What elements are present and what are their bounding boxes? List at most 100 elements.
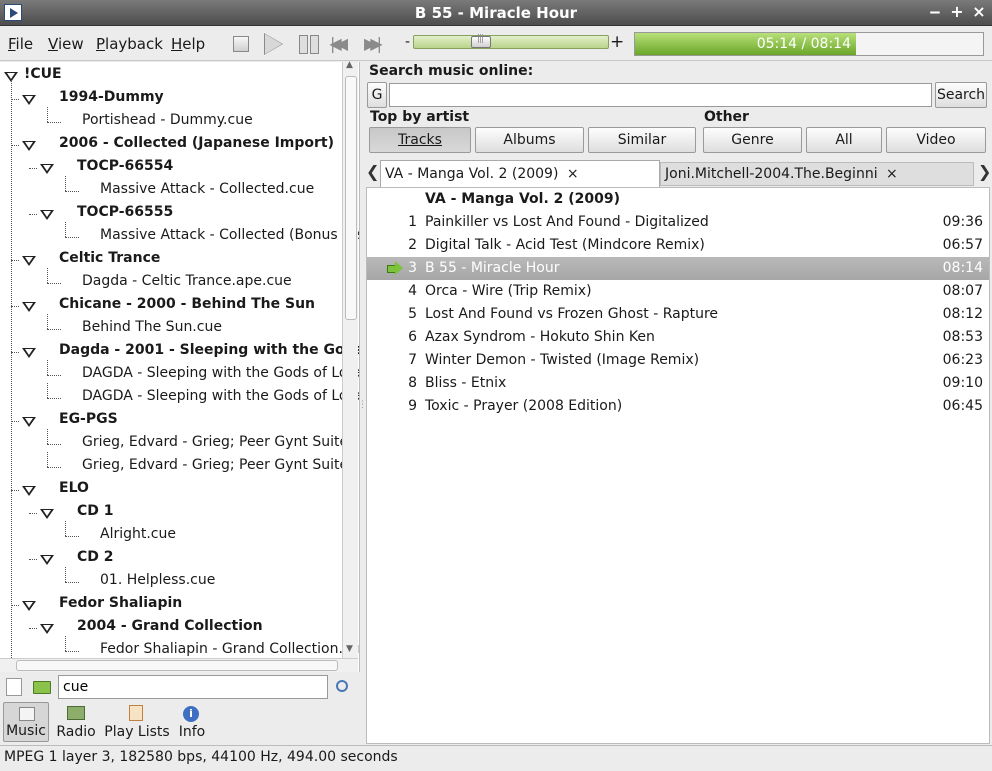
menu-view[interactable]: View — [48, 35, 84, 53]
playlist-row[interactable]: 8 Bliss - Etnix 09:10 — [367, 372, 989, 395]
expand-triangle-icon[interactable] — [22, 348, 36, 358]
tab-scroll-right-icon[interactable]: ❯ — [978, 162, 991, 181]
tree-folder[interactable]: EG-PGS — [59, 411, 118, 427]
tree-connector — [65, 567, 66, 582]
playlist-view[interactable]: VA - Manga Vol. 2 (2009) 1 Painkiller vs … — [366, 187, 990, 744]
maximize-button[interactable]: + — [948, 3, 966, 21]
tree-folder[interactable]: ELO — [59, 480, 89, 496]
scrollbar-thumb[interactable] — [16, 660, 338, 671]
playlist-row[interactable]: 9 Toxic - Prayer (2008 Edition) 06:45 — [367, 395, 989, 418]
expand-triangle-icon[interactable] — [40, 555, 54, 565]
playlist-row[interactable]: 4 Orca - Wire (Trip Remix) 08:07 — [367, 280, 989, 303]
tree-folder[interactable]: Dagda - 2001 - Sleeping with the Gods o — [59, 342, 359, 358]
all-button[interactable]: All — [806, 127, 882, 153]
track-progress-bar[interactable]: 05:14 / 08:14 — [634, 32, 984, 56]
library-filter-input[interactable] — [58, 675, 328, 699]
expand-triangle-icon[interactable] — [40, 509, 54, 519]
expand-triangle-icon[interactable] — [40, 624, 54, 634]
tree-file[interactable]: 01. Helpless.cue — [100, 572, 215, 588]
scroll-up-icon[interactable]: ▲ — [346, 60, 353, 70]
menu-file[interactable]: File — [8, 35, 33, 53]
tree-file[interactable]: Massive Attack - Collected (Bonus Disc). — [100, 227, 359, 243]
folder-icon[interactable] — [33, 681, 51, 694]
previous-track-icon[interactable]: |◀◀ — [330, 33, 352, 55]
tab-joni-mitchell[interactable]: Joni.Mitchell-2004.The.Beginni × — [660, 162, 974, 186]
tree-folder[interactable]: TOCP-66554 — [77, 158, 173, 174]
play-icon[interactable] — [261, 33, 283, 55]
side-tab-playlists[interactable]: Play Lists — [104, 702, 170, 742]
tree-file[interactable]: DAGDA - Sleeping with the Gods of Love.a… — [82, 365, 359, 381]
expand-triangle-icon[interactable] — [22, 256, 36, 266]
playlist-row[interactable]: 3 B 55 - Miracle Hour 08:14 — [367, 257, 989, 280]
side-tab-music[interactable]: Music — [3, 702, 49, 742]
status-bar: MPEG 1 layer 3, 182580 bps, 44100 Hz, 49… — [0, 745, 992, 771]
tree-file[interactable]: Grieg, Edvard - Grieg; Peer Gynt Suites … — [82, 434, 359, 450]
tree-folder[interactable]: Celtic Trance — [59, 250, 160, 266]
tab-va-manga[interactable]: VA - Manga Vol. 2 (2009) × — [380, 160, 660, 187]
scrollbar-thumb[interactable] — [345, 76, 357, 320]
scroll-down-icon[interactable]: ▼ — [346, 644, 353, 654]
track-number: 5 — [408, 306, 417, 322]
tree-file[interactable]: Fedor Shaliapin - Grand Collection.cue — [100, 641, 359, 657]
expand-triangle-icon[interactable] — [22, 95, 36, 105]
playlist-row[interactable]: 2 Digital Talk - Acid Test (Mindcore Remi… — [367, 234, 989, 257]
playlist-row[interactable]: 6 Azax Syndrom - Hokuto Shin Ken 08:53 — [367, 326, 989, 349]
expand-triangle-icon[interactable] — [22, 141, 36, 151]
library-horizontal-scrollbar[interactable] — [0, 658, 358, 672]
expand-triangle-icon[interactable] — [22, 486, 36, 496]
track-position-text: 05:14 / 08:14 — [756, 36, 851, 52]
tree-file[interactable]: Dagda - Celtic Trance.ape.cue — [82, 273, 292, 289]
search-engine-button[interactable]: G — [367, 82, 387, 108]
search-icon[interactable] — [336, 680, 348, 692]
library-tree[interactable]: !CUE 1994-Dummy Portishead - Dummy.cue 2006… — [0, 62, 360, 672]
expand-triangle-icon[interactable] — [22, 417, 36, 427]
expand-triangle-icon[interactable] — [22, 302, 36, 312]
tree-file[interactable]: Alright.cue — [100, 526, 176, 542]
tree-file[interactable]: Massive Attack - Collected.cue — [100, 181, 314, 197]
tree-file[interactable]: Grieg, Edvard - Grieg; Peer Gynt Suites … — [82, 457, 359, 473]
volume-slider-handle[interactable] — [471, 34, 492, 48]
menu-playback[interactable]: Playback — [96, 35, 163, 53]
video-button[interactable]: Video — [886, 127, 986, 153]
playlist-row[interactable]: 7 Winter Demon - Twisted (Image Remix) 06:… — [367, 349, 989, 372]
expand-triangle-icon[interactable] — [40, 210, 54, 220]
tree-folder[interactable]: TOCP-66555 — [77, 204, 173, 220]
menu-help[interactable]: Help — [171, 35, 205, 53]
close-button[interactable]: × — [970, 3, 988, 21]
search-button[interactable]: Search — [935, 82, 987, 108]
tab-close-icon[interactable]: × — [886, 166, 898, 182]
pause-icon[interactable] — [297, 33, 319, 55]
playlist-row[interactable]: 5 Lost And Found vs Frozen Ghost - Raptur… — [367, 303, 989, 326]
tree-folder[interactable]: Chicane - 2000 - Behind The Sun — [59, 296, 315, 312]
tree-folder[interactable]: 2004 - Grand Collection — [77, 618, 263, 634]
new-file-icon[interactable] — [6, 678, 22, 696]
tree-folder[interactable]: CD 2 — [77, 549, 114, 565]
tree-file[interactable]: DAGDA - Sleeping with the Gods of Love.w… — [82, 388, 359, 404]
radio-icon — [67, 706, 85, 720]
expand-triangle-icon[interactable] — [40, 164, 54, 174]
pane-splitter[interactable]: ⋮ — [358, 400, 367, 410]
tree-folder[interactable]: Fedor Shaliapin — [59, 595, 182, 611]
search-music-input[interactable] — [389, 83, 932, 107]
tab-scroll-left-icon[interactable]: ❮ — [366, 162, 379, 181]
tracks-button[interactable]: Tracks — [369, 127, 471, 153]
tree-folder[interactable]: CD 1 — [77, 503, 114, 519]
side-tab-radio[interactable]: Radio — [55, 702, 97, 742]
stop-icon[interactable] — [230, 33, 252, 55]
volume-slider[interactable] — [413, 35, 609, 49]
side-tab-info[interactable]: i Info — [176, 702, 208, 742]
tree-file[interactable]: Behind The Sun.cue — [82, 319, 222, 335]
minimize-button[interactable]: ‒ — [926, 3, 944, 21]
tree-folder[interactable]: 2006 - Collected (Japanese Import) — [59, 135, 334, 151]
similar-button[interactable]: Similar — [588, 127, 696, 153]
tab-close-icon[interactable]: × — [567, 166, 579, 182]
expand-triangle-icon[interactable] — [22, 601, 36, 611]
tree-file[interactable]: Portishead - Dummy.cue — [82, 112, 253, 128]
playlist-row[interactable]: 1 Painkiller vs Lost And Found - Digitali… — [367, 211, 989, 234]
tree-folder[interactable]: 1994-Dummy — [59, 89, 164, 105]
genre-button[interactable]: Genre — [703, 127, 802, 153]
albums-button[interactable]: Albums — [475, 127, 584, 153]
next-track-icon[interactable]: ▶▶| — [364, 33, 386, 55]
tree-folder[interactable]: !CUE — [24, 66, 62, 82]
library-vertical-scrollbar[interactable]: ▲ ▼ — [342, 60, 358, 658]
